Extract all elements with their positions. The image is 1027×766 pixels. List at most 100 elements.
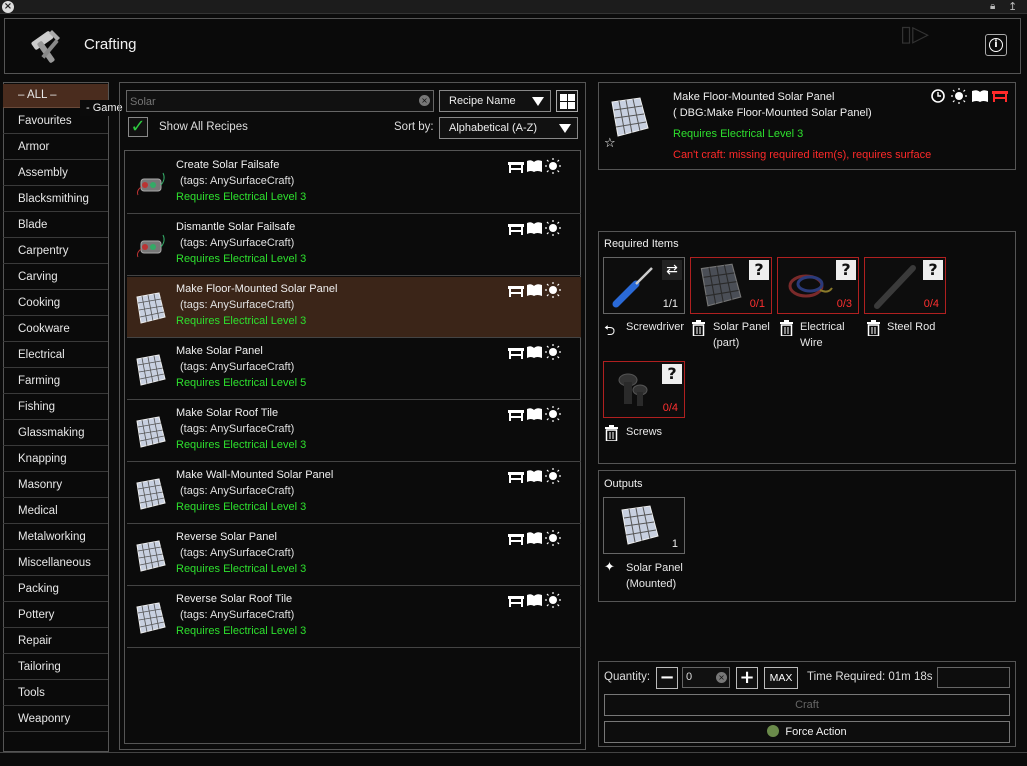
recipe-flags <box>508 530 568 546</box>
sun-icon <box>545 592 561 608</box>
sidebar-item[interactable]: Packing <box>3 578 108 602</box>
book-icon <box>527 408 542 420</box>
trash-icon[interactable] <box>604 425 619 444</box>
craft-button[interactable]: Craft <box>604 694 1010 716</box>
swap-icon[interactable]: ⇄ <box>662 260 682 280</box>
sidebar-item[interactable]: Metalworking <box>3 526 108 550</box>
recipe-row[interactable]: Make Solar Panel (tags: AnySurfaceCraft) R… <box>127 339 581 400</box>
sidebar-item[interactable]: Weaponry <box>3 708 108 732</box>
output-label: Solar Panel (Mounted) <box>626 562 683 590</box>
trash-icon[interactable] <box>779 320 794 339</box>
show-all-checkbox[interactable]: ✓ <box>128 117 148 137</box>
recipe-row[interactable]: Reverse Solar Panel (tags: AnySurfaceCraf… <box>127 525 581 586</box>
close-icon[interactable]: × <box>2 1 14 13</box>
question-icon: ? <box>662 364 682 384</box>
item-count: 0/3 <box>836 298 852 310</box>
sidebar-item[interactable]: Blacksmithing <box>3 188 108 212</box>
detail-name: Make Floor-Mounted Solar Panel <box>673 91 835 103</box>
force-action-button[interactable]: Force Action <box>604 721 1010 743</box>
clear-search-icon[interactable]: × <box>419 95 430 106</box>
sidebar-item[interactable]: Blade <box>3 214 108 238</box>
sun-icon <box>545 220 561 236</box>
increase-quantity-button[interactable]: + <box>736 667 758 689</box>
clear-quantity-icon[interactable]: × <box>716 672 727 683</box>
book-icon <box>527 222 542 234</box>
trash-icon[interactable] <box>866 320 881 339</box>
recipe-row[interactable]: Make Floor-Mounted Solar Panel (tags: Any… <box>127 277 581 338</box>
item-count: 0/4 <box>923 298 939 310</box>
sort-value: Alphabetical (A-Z) <box>449 122 538 134</box>
required-item-label: Steel Rod <box>887 321 936 333</box>
required-item-slot[interactable]: ⇄ 1/1 <box>603 257 685 314</box>
grid-view-button[interactable] <box>556 90 578 112</box>
outputs-title: Outputs <box>604 478 643 490</box>
recipe-tags: (tags: AnySurfaceCraft) <box>180 361 295 373</box>
recipe-tags: (tags: AnySurfaceCraft) <box>180 175 295 187</box>
recipe-row[interactable]: Create Solar Failsafe (tags: AnySurfaceCr… <box>127 153 581 214</box>
sidebar-item[interactable]: Repair <box>3 630 108 654</box>
book-icon <box>527 346 542 358</box>
sparkle-icon: ✦ <box>604 560 615 575</box>
detail-debug: ( DBG:Make Floor-Mounted Solar Panel) <box>673 107 872 119</box>
sidebar-item[interactable]: Farming <box>3 370 108 394</box>
sidebar-item[interactable]: Knapping <box>3 448 108 472</box>
sidebar-item[interactable]: Medical <box>3 500 108 524</box>
recipe-requirement: Requires Electrical Level 3 <box>176 191 307 203</box>
sidebar-item[interactable]: Fishing <box>3 396 108 420</box>
keep-icon[interactable]: ⮌ <box>604 320 615 344</box>
lock-icon[interactable]: 🔒︎ <box>990 1 995 12</box>
time-box <box>937 667 1010 688</box>
workbench-icon <box>508 286 524 297</box>
output-slot[interactable]: 1 <box>603 497 685 554</box>
required-item-slot[interactable]: ? 0/4 <box>603 361 685 418</box>
pin-icon[interactable]: ↥ <box>1008 0 1017 13</box>
output-count: 1 <box>671 538 678 550</box>
sidebar-item[interactable]: Carving <box>3 266 108 290</box>
recipe-flags <box>508 468 568 484</box>
recipe-name: Dismantle Solar Failsafe <box>176 221 296 233</box>
search-by-dropdown[interactable]: Recipe Name <box>439 90 551 112</box>
sidebar-item[interactable]: Armor <box>3 136 108 160</box>
sun-icon <box>951 88 967 104</box>
recipe-row[interactable]: Make Solar Roof Tile (tags: AnySurfaceCra… <box>127 401 581 462</box>
sidebar-item[interactable]: Masonry <box>3 474 108 498</box>
sidebar-item[interactable]: Miscellaneous <box>3 552 108 576</box>
search-input[interactable] <box>130 95 410 109</box>
max-quantity-button[interactable]: MAX <box>764 667 798 689</box>
required-item-slot[interactable]: ? 0/3 <box>777 257 859 314</box>
book-icon <box>527 284 542 296</box>
sidebar-item[interactable]: Cooking <box>3 292 108 316</box>
sort-dropdown[interactable]: Alphabetical (A-Z) <box>439 117 578 139</box>
solar-panel-icon <box>136 292 166 324</box>
sidebar-item[interactable]: Electrical <box>3 344 108 368</box>
sidebar-item[interactable]: Tailoring <box>3 656 108 680</box>
required-item-slot[interactable]: ? 0/4 <box>864 257 946 314</box>
sidebar-item[interactable]: Assembly <box>3 162 108 186</box>
question-icon: ? <box>749 260 769 280</box>
recipe-tags: (tags: AnySurfaceCraft) <box>180 299 295 311</box>
item-count: 0/1 <box>749 298 765 310</box>
failsafe-icon <box>136 172 165 196</box>
recipe-row[interactable]: Reverse Solar Roof Tile (tags: AnySurface… <box>127 587 581 648</box>
recipe-flags <box>508 220 568 236</box>
favourite-star-icon[interactable]: ☆ <box>604 136 616 151</box>
recipe-name: Reverse Solar Panel <box>176 531 277 543</box>
sidebar-item[interactable]: Tools <box>3 682 108 706</box>
decrease-quantity-button[interactable]: − <box>656 667 678 689</box>
recipe-row[interactable]: Make Wall-Mounted Solar Panel (tags: AnyS… <box>127 463 581 524</box>
recipe-tags: (tags: AnySurfaceCraft) <box>180 609 295 621</box>
recipe-flags <box>508 158 568 174</box>
required-item-slot[interactable]: ? 0/1 <box>690 257 772 314</box>
info-button[interactable]: i <box>985 34 1007 56</box>
recipe-row[interactable]: Dismantle Solar Failsafe (tags: AnySurfac… <box>127 215 581 276</box>
sidebar-item[interactable]: Cookware <box>3 318 108 342</box>
solar-panel-icon <box>136 354 166 386</box>
sidebar-item[interactable]: Glassmaking <box>3 422 108 446</box>
hammer-icon <box>31 30 60 63</box>
recipe-flags <box>508 344 568 360</box>
chevron-down-icon <box>532 97 544 106</box>
trash-icon[interactable] <box>691 320 706 339</box>
recipe-name: Make Solar Roof Tile <box>176 407 279 419</box>
sidebar-item[interactable]: Pottery <box>3 604 108 628</box>
sidebar-item[interactable]: Carpentry <box>3 240 108 264</box>
